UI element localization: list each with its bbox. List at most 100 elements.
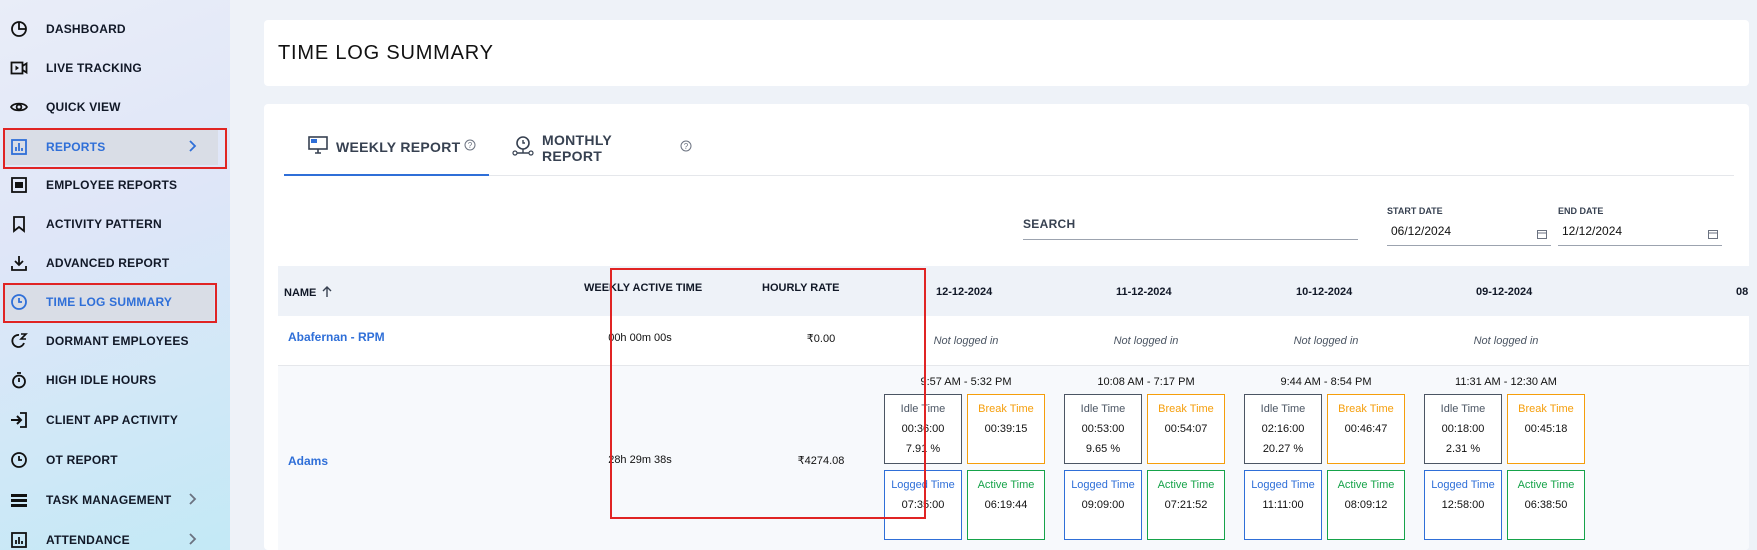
- sidebar-item-client-app-activity[interactable]: CLIENT APP ACTIVITY: [4, 402, 218, 438]
- idle-time-label: Idle Time: [1080, 403, 1126, 415]
- break-time-box: Break Time 00:45:18: [1507, 394, 1585, 464]
- sidebar-item-label: ACTIVITY PATTERN: [46, 217, 162, 231]
- employee-name-link[interactable]: Abafernan - RPM: [288, 330, 385, 344]
- active-time-box: Active Time 07:21:52: [1147, 470, 1225, 540]
- report-tabs: WEEKLY REPORT ? MONTHLY REPORT ?: [284, 120, 1734, 176]
- logged-time-value: 12:58:00: [1441, 499, 1485, 511]
- day-status: Not logged in: [1293, 335, 1359, 347]
- sidebar-item-attendance[interactable]: ATTENDANCE: [4, 522, 218, 550]
- column-header-date: 09-12-2024: [1476, 286, 1533, 298]
- sidebar-item-reports[interactable]: REPORTS: [4, 129, 218, 165]
- column-header-name[interactable]: NAME: [284, 286, 332, 299]
- sidebar-item-time-log-summary[interactable]: TIME LOG SUMMARY: [4, 284, 214, 320]
- tab-weekly-report[interactable]: WEEKLY REPORT ?: [284, 120, 489, 176]
- sidebar-item-advanced-report[interactable]: ADVANCED REPORT: [4, 245, 218, 281]
- logged-time-value: 07:35:00: [901, 499, 945, 511]
- start-date-field[interactable]: START DATE 06/12/2024: [1387, 206, 1551, 246]
- calendar-icon[interactable]: [1708, 226, 1718, 244]
- sleep-icon: [8, 330, 30, 352]
- break-time-label: Break Time: [1158, 403, 1214, 415]
- bar-report-icon: [8, 136, 30, 158]
- sidebar-item-label: HIGH IDLE HOURS: [46, 373, 157, 387]
- stopwatch-icon: [8, 369, 30, 391]
- sidebar-item-dormant-employees[interactable]: DORMANT EMPLOYEES: [4, 323, 218, 359]
- sidebar-item-activity-pattern[interactable]: ACTIVITY PATTERN: [4, 206, 218, 242]
- sidebar-item-ot-report[interactable]: OT REPORT: [4, 442, 218, 478]
- table-header: NAME WEEKLY ACTIVE TIME HOURLY RATE 12-1…: [278, 266, 1749, 316]
- employee-name-link[interactable]: Adams: [288, 454, 328, 468]
- help-icon[interactable]: ?: [680, 139, 692, 157]
- active-time-label: Active Time: [1337, 479, 1395, 491]
- sort-up-icon: [322, 286, 332, 297]
- idle-percent-value: 9.65 %: [1085, 443, 1121, 455]
- end-date-field[interactable]: END DATE 12/12/2024: [1558, 206, 1722, 246]
- idle-time-label: Idle Time: [900, 403, 946, 415]
- table-row: Abafernan - RPM 00h 00m 00s ₹0.00 Not lo…: [278, 316, 1749, 366]
- tab-monthly-report[interactable]: MONTHLY REPORT ?: [512, 120, 692, 176]
- sidebar-item-task-management[interactable]: TASK MANAGEMENT: [4, 482, 218, 518]
- bookmark-icon: [8, 213, 30, 235]
- column-header-date: 12-12-2024: [936, 286, 993, 298]
- sidebar-item-high-idle-hours[interactable]: HIGH IDLE HOURS: [4, 362, 218, 398]
- active-time-label: Active Time: [1517, 479, 1575, 491]
- clock-icon: [8, 449, 30, 471]
- employee-report-icon: [8, 174, 30, 196]
- chevron-right-icon: [188, 532, 198, 550]
- sidebar-item-quick-view[interactable]: QUICK VIEW: [4, 89, 218, 125]
- sidebar-item-employee-reports[interactable]: EMPLOYEE REPORTS: [4, 167, 218, 203]
- end-date-label: END DATE: [1558, 206, 1604, 216]
- eye-icon: [8, 96, 30, 118]
- clock-icon: [8, 291, 30, 313]
- sidebar-item-label: CLIENT APP ACTIVITY: [46, 413, 179, 427]
- logged-time-label: Logged Time: [1251, 479, 1315, 491]
- attendance-icon: [8, 529, 30, 550]
- time-range: 11:31 AM - 12:30 AM: [1455, 376, 1557, 388]
- logged-time-box: Logged Time 11:11:00: [1244, 470, 1322, 540]
- break-time-label: Break Time: [1518, 403, 1574, 415]
- break-time-value: 00:54:07: [1164, 423, 1208, 435]
- idle-time-box: Idle Time 00:36:00 7.91 %: [884, 394, 962, 464]
- idle-time-box: Idle Time 00:53:00 9.65 %: [1064, 394, 1142, 464]
- table-row: Adams 28h 29m 38s ₹4274.08 9:57 AM - 5:3…: [278, 366, 1749, 550]
- break-time-value: 00:45:18: [1524, 423, 1568, 435]
- active-time-value: 06:19:44: [984, 499, 1028, 511]
- idle-time-box: Idle Time 02:16:00 20.27 %: [1244, 394, 1322, 464]
- search-input[interactable]: [1023, 210, 1358, 238]
- end-date-value: 12/12/2024: [1562, 224, 1623, 238]
- active-time-value: 07:21:52: [1164, 499, 1208, 511]
- break-time-label: Break Time: [1338, 403, 1394, 415]
- chevron-right-icon: [188, 139, 198, 158]
- active-time-label: Active Time: [1157, 479, 1215, 491]
- active-time-label: Active Time: [977, 479, 1035, 491]
- sidebar-item-label: ATTENDANCE: [46, 533, 130, 547]
- help-icon[interactable]: ?: [464, 138, 476, 156]
- idle-time-value: 02:16:00: [1261, 423, 1305, 435]
- sign-in-icon: [8, 409, 30, 431]
- logged-time-label: Logged Time: [891, 479, 955, 491]
- sidebar-item-label: TIME LOG SUMMARY: [46, 295, 173, 309]
- sidebar-item-live-tracking[interactable]: LIVE TRACKING: [4, 50, 218, 86]
- idle-percent-value: 20.27 %: [1262, 443, 1304, 455]
- start-date-label: START DATE: [1387, 206, 1443, 216]
- sidebar-item-label: ADVANCED REPORT: [46, 256, 170, 270]
- sidebar-item-dashboard[interactable]: DASHBOARD: [4, 11, 218, 47]
- svg-text:?: ?: [468, 141, 473, 150]
- idle-time-value: 00:53:00: [1081, 423, 1125, 435]
- idle-time-label: Idle Time: [1260, 403, 1306, 415]
- column-header-hourly-rate: HOURLY RATE: [762, 282, 840, 294]
- idle-percent-value: 7.91 %: [905, 443, 941, 455]
- active-time-box: Active Time 06:38:50: [1507, 470, 1585, 540]
- weekly-active-time-value: 00h 00m 00s: [608, 332, 672, 344]
- svg-text:?: ?: [684, 142, 689, 151]
- sidebar-item-label: REPORTS: [46, 140, 106, 154]
- idle-percent-value: 2.31 %: [1445, 443, 1481, 455]
- video-icon: [8, 57, 30, 79]
- day-status: Not logged in: [1473, 335, 1539, 347]
- idle-time-label: Idle Time: [1440, 403, 1486, 415]
- time-range: 9:44 AM - 8:54 PM: [1280, 376, 1372, 388]
- clock-network-icon: [512, 135, 534, 161]
- calendar-icon[interactable]: [1537, 226, 1547, 244]
- logged-time-box: Logged Time 09:09:00: [1064, 470, 1142, 540]
- column-header-date: 08: [1736, 286, 1749, 298]
- logged-time-label: Logged Time: [1431, 479, 1495, 491]
